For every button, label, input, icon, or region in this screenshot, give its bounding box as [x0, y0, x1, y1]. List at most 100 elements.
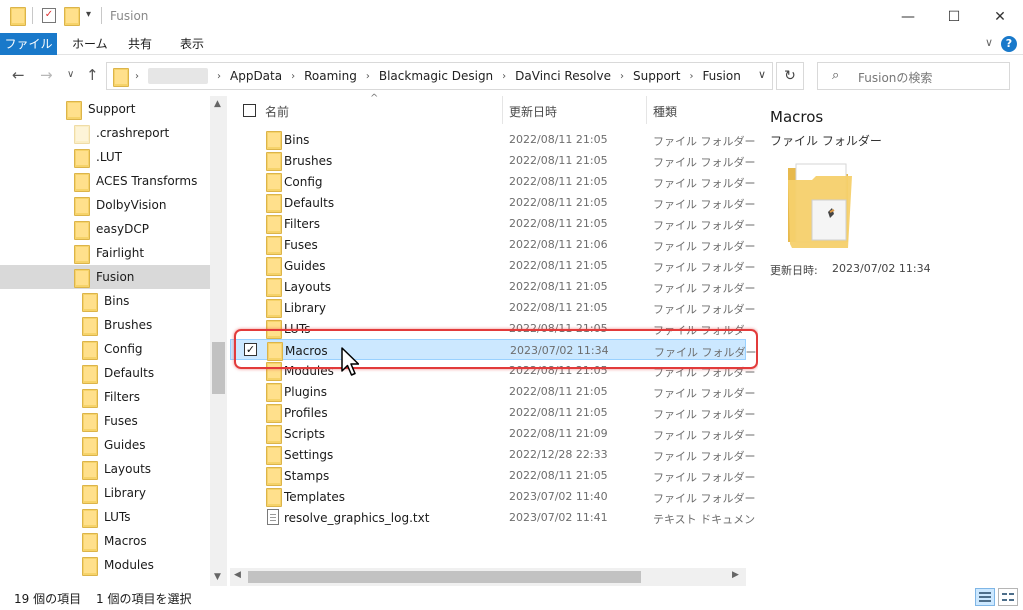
- select-all-checkbox[interactable]: [243, 104, 256, 117]
- nav-item-guides[interactable]: Guides: [0, 433, 210, 457]
- table-row[interactable]: Settings 2022/12/28 22:33 ファイル フォルダー: [230, 444, 756, 465]
- up-button[interactable]: ↑: [86, 66, 99, 84]
- breadcrumb-blackmagic-design[interactable]: Blackmagic Design: [379, 69, 493, 83]
- nav-item-lut[interactable]: .LUT: [0, 145, 210, 169]
- folder-icon: [82, 340, 98, 360]
- close-button[interactable]: ✕: [977, 0, 1023, 33]
- scroll-right-icon[interactable]: ▶: [732, 570, 739, 580]
- nav-item-macros[interactable]: Macros: [0, 529, 210, 553]
- table-row[interactable]: Config 2022/08/11 21:05 ファイル フォルダー: [230, 171, 756, 192]
- maximize-button[interactable]: ☐: [931, 0, 977, 33]
- navigation-scrollbar[interactable]: ▲ ▼: [210, 96, 227, 586]
- breadcrumb-separator[interactable]: ›: [620, 71, 624, 82]
- nav-item-layouts[interactable]: Layouts: [0, 457, 210, 481]
- tab-share[interactable]: 共有: [118, 33, 162, 55]
- breadcrumb-separator[interactable]: ›: [135, 71, 139, 82]
- file-type: ファイル フォルダー: [653, 219, 756, 232]
- table-row[interactable]: Bins 2022/08/11 21:05 ファイル フォルダー: [230, 129, 756, 150]
- nav-item-crashreport[interactable]: .crashreport: [0, 121, 210, 145]
- breadcrumb-separator[interactable]: ›: [689, 71, 693, 82]
- breadcrumb-separator[interactable]: ›: [366, 71, 370, 82]
- file-type: ファイル フォルダー: [653, 177, 756, 190]
- nav-item-config[interactable]: Config: [0, 337, 210, 361]
- refresh-button[interactable]: ↻: [776, 62, 804, 90]
- nav-item-modules[interactable]: Modules: [0, 553, 210, 577]
- breadcrumb-appdata[interactable]: AppData: [230, 69, 282, 83]
- divider: [32, 7, 33, 24]
- tab-home[interactable]: ホーム: [62, 33, 118, 55]
- table-row[interactable]: Layouts 2022/08/11 21:05 ファイル フォルダー: [230, 276, 756, 297]
- column-name[interactable]: 名前: [265, 103, 289, 120]
- tab-view[interactable]: 表示: [170, 33, 214, 55]
- nav-item-luts[interactable]: LUTs: [0, 505, 210, 529]
- table-row[interactable]: Brushes 2022/08/11 21:05 ファイル フォルダー: [230, 150, 756, 171]
- nav-item-library[interactable]: Library: [0, 481, 210, 505]
- nav-item-fairlight[interactable]: Fairlight: [0, 241, 210, 265]
- folder-icon: [266, 446, 282, 465]
- minimize-button[interactable]: —: [885, 0, 931, 33]
- column-divider[interactable]: [502, 96, 503, 124]
- large-icons-view-button[interactable]: [998, 588, 1018, 606]
- table-row[interactable]: Plugins 2022/08/11 21:05 ファイル フォルダー: [230, 381, 756, 402]
- expand-ribbon-icon[interactable]: ∨: [985, 36, 993, 49]
- nav-item-easydcp[interactable]: easyDCP: [0, 217, 210, 241]
- scroll-left-icon[interactable]: ◀: [234, 570, 241, 580]
- help-icon[interactable]: ?: [1001, 36, 1017, 52]
- customize-toolbar-icon[interactable]: ▾: [86, 9, 91, 20]
- nav-item-filters[interactable]: Filters: [0, 385, 210, 409]
- nav-item-defaults[interactable]: Defaults: [0, 361, 210, 385]
- nav-item-dolbyvision[interactable]: DolbyVision: [0, 193, 210, 217]
- back-button[interactable]: ←: [12, 66, 25, 84]
- nav-item-support[interactable]: Support: [0, 97, 210, 121]
- address-dropdown-button[interactable]: ∨: [758, 68, 766, 81]
- breadcrumb-fusion[interactable]: Fusion: [702, 69, 740, 83]
- column-divider[interactable]: [646, 96, 647, 124]
- breadcrumb-separator[interactable]: ›: [217, 71, 221, 82]
- address-bar[interactable]: › › AppData › Roaming › Blackmagic Desig…: [106, 62, 773, 90]
- table-row[interactable]: Filters 2022/08/11 21:05 ファイル フォルダー: [230, 213, 756, 234]
- file-name: Filters: [284, 217, 320, 231]
- column-type[interactable]: 種類: [653, 103, 677, 120]
- properties-icon[interactable]: ✓: [42, 8, 56, 23]
- file-name: Library: [284, 301, 326, 315]
- nav-item-brushes[interactable]: Brushes: [0, 313, 210, 337]
- breadcrumb-roaming[interactable]: Roaming: [304, 69, 357, 83]
- folder-icon[interactable]: [10, 7, 26, 26]
- recent-locations-button[interactable]: ∨: [67, 69, 74, 80]
- nav-item-bins[interactable]: Bins: [0, 289, 210, 313]
- horizontal-scrollbar[interactable]: ◀ ▶: [230, 568, 746, 586]
- redacted-user-crumb: [148, 68, 208, 84]
- breadcrumb-separator[interactable]: ›: [291, 71, 295, 82]
- scroll-up-icon[interactable]: ▲: [214, 99, 221, 109]
- file-name: Fuses: [284, 238, 318, 252]
- scrollbar-thumb[interactable]: [212, 342, 225, 394]
- table-row[interactable]: Scripts 2022/08/11 21:09 ファイル フォルダー: [230, 423, 756, 444]
- details-view-button[interactable]: [975, 588, 995, 606]
- table-row[interactable]: Fuses 2022/08/11 21:06 ファイル フォルダー: [230, 234, 756, 255]
- table-row[interactable]: Guides 2022/08/11 21:05 ファイル フォルダー: [230, 255, 756, 276]
- table-row[interactable]: resolve_graphics_log.txt 2023/07/02 11:41…: [230, 507, 766, 528]
- table-row[interactable]: Defaults 2022/08/11 21:05 ファイル フォルダー: [230, 192, 756, 213]
- column-date-modified[interactable]: 更新日時: [509, 103, 557, 120]
- nav-item-fuses[interactable]: Fuses: [0, 409, 210, 433]
- nav-item-aces-transforms[interactable]: ACES Transforms: [0, 169, 210, 193]
- folder-icon: [66, 100, 82, 120]
- table-row[interactable]: Library 2022/08/11 21:05 ファイル フォルダー: [230, 297, 756, 318]
- folder-icon: [266, 425, 282, 444]
- breadcrumb-support[interactable]: Support: [633, 69, 680, 83]
- file-type: ファイル フォルダー: [653, 387, 756, 400]
- table-row[interactable]: Stamps 2022/08/11 21:05 ファイル フォルダー: [230, 465, 756, 486]
- folder-icon: [82, 484, 98, 504]
- table-row[interactable]: Profiles 2022/08/11 21:05 ファイル フォルダー: [230, 402, 756, 423]
- breadcrumb-davinci-resolve[interactable]: DaVinci Resolve: [515, 69, 611, 83]
- nav-item-fusion[interactable]: Fusion: [0, 265, 210, 289]
- details-type: ファイル フォルダー: [770, 134, 882, 148]
- new-folder-icon[interactable]: [64, 7, 80, 26]
- scroll-down-icon[interactable]: ▼: [214, 572, 221, 582]
- search-input[interactable]: ⌕ Fusionの検索: [817, 62, 1010, 90]
- scrollbar-thumb[interactable]: [248, 571, 641, 583]
- forward-button[interactable]: →: [40, 66, 53, 84]
- breadcrumb-separator[interactable]: ›: [502, 71, 506, 82]
- tab-file[interactable]: ファイル: [0, 33, 57, 55]
- table-row[interactable]: Templates 2023/07/02 11:40 ファイル フォルダー: [230, 486, 756, 507]
